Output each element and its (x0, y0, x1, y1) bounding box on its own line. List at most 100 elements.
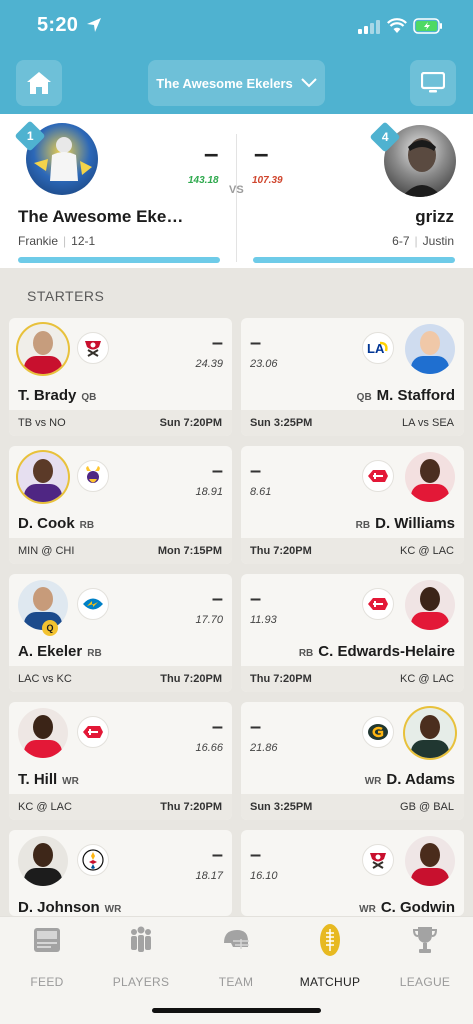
home-button[interactable] (16, 60, 62, 106)
progress-bar-right (253, 257, 455, 263)
rams-logo: LA (362, 332, 394, 364)
team-record-left: 12-1 (71, 234, 96, 248)
player-name: C. Edwards-Helaire (318, 643, 455, 660)
player-avatar[interactable] (18, 836, 68, 886)
team-score-right: – (254, 138, 269, 168)
buccaneers-logo (77, 332, 109, 364)
tab-matchup[interactable]: MATCHUP (283, 924, 377, 995)
player-name: T. Brady (18, 387, 77, 404)
player-avatar[interactable] (405, 580, 455, 630)
player-card[interactable]: – 11.93 RB C. Edwards-Helaire Thu 7:20PM KC @… (241, 574, 464, 692)
buccaneers-logo (362, 844, 394, 876)
player-card[interactable]: LA – 23.06 QB M. Stafford Sun 3:25PM LA vs SEA (241, 318, 464, 436)
player-avatar[interactable] (405, 836, 455, 886)
tab-label: TEAM (218, 975, 254, 989)
player-avatar[interactable] (18, 708, 68, 758)
progress-bar-left (18, 257, 220, 263)
player-card[interactable]: – 8.61 RB D. Williams Thu 7:20PM KC @ LAC (241, 446, 464, 564)
game-matchup: KC @ LAC (400, 545, 454, 557)
player-score: – (211, 332, 223, 354)
player-card[interactable]: – 24.39 T. Brady QB TB vs NO Sun 7:20PM (9, 318, 232, 436)
player-position: RB (79, 520, 95, 531)
game-info-bar: TB vs NO Sun 7:20PM (9, 410, 232, 436)
game-info-bar: MIN @ CHI Mon 7:15PM (9, 538, 232, 564)
game-time: Sun 7:20PM (159, 417, 222, 429)
monitor-icon (421, 72, 445, 93)
player-avatar[interactable] (405, 324, 455, 374)
player-avatar[interactable] (18, 324, 68, 374)
player-name-line[interactable]: T. Brady QB (18, 387, 96, 404)
player-name-line[interactable]: D. Johnson WR (18, 899, 121, 916)
player-avatar[interactable] (405, 708, 455, 758)
game-info-bar: LAC vs KC Thu 7:20PM (9, 666, 232, 692)
game-matchup: KC @ LAC (400, 673, 454, 685)
tv-mode-button[interactable] (410, 60, 456, 106)
player-card[interactable]: – 18.17 D. Johnson WR (9, 830, 232, 916)
player-name: A. Ekeler (18, 643, 83, 660)
starters-heading: STARTERS (27, 288, 105, 304)
player-position: RB (298, 648, 314, 659)
home-indicator (152, 1008, 321, 1013)
player-position: RB (355, 520, 371, 531)
player-projected-points: 21.86 (250, 742, 278, 754)
chargers-logo (77, 588, 109, 620)
battery-icon (413, 18, 442, 34)
team-name-right[interactable]: grizz (415, 207, 454, 227)
vs-label: VS (229, 184, 244, 196)
team-name-left[interactable]: The Awesome Eke… (18, 207, 183, 227)
game-time: Mon 7:15PM (157, 545, 222, 557)
player-name-line[interactable]: D. Cook RB (18, 515, 94, 532)
player-name: M. Stafford (376, 387, 455, 404)
game-time: Thu 7:20PM (160, 801, 222, 813)
player-score: – (250, 332, 262, 354)
player-projected-points: 16.10 (250, 870, 278, 882)
player-card[interactable]: – 18.91 D. Cook RB MIN @ CHI Mon 7:15PM (9, 446, 232, 564)
chiefs-logo (362, 460, 394, 492)
player-card[interactable]: Q – 17.70 A. Ekeler RB LAC vs KC Thu 7:20PM (9, 574, 232, 692)
player-score: – (250, 588, 262, 610)
player-projected-points: 17.70 (195, 614, 223, 626)
team-select-dropdown[interactable]: The Awesome Ekelers (148, 60, 325, 106)
player-name-line[interactable]: QB M. Stafford (357, 387, 455, 404)
player-projected-points: 18.17 (195, 870, 223, 882)
game-time: Thu 7:20PM (160, 673, 222, 685)
team-select-label: The Awesome Ekelers (156, 75, 293, 91)
game-info-bar: Thu 7:20PM KC @ LAC (241, 538, 464, 564)
player-name: T. Hill (18, 771, 58, 788)
team-owner-right: Justin (422, 234, 454, 248)
player-score: – (250, 716, 262, 738)
tab-players[interactable]: PLAYERS (94, 925, 188, 995)
game-matchup: GB @ BAL (400, 801, 454, 813)
player-position: RB (87, 648, 102, 659)
team-meta-right: 6-7 | Justin (392, 234, 454, 248)
game-time: Thu 7:20PM (250, 673, 312, 685)
player-name-line[interactable]: T. Hill WR (18, 771, 79, 788)
player-name-line[interactable]: A. Ekeler RB (18, 643, 102, 660)
tab-league[interactable]: LEAGUE (378, 925, 472, 995)
player-name: D. Johnson (18, 899, 100, 916)
home-icon (27, 72, 51, 94)
tab-team[interactable]: TEAM (189, 925, 283, 995)
player-avatar[interactable] (18, 452, 68, 502)
player-name-line[interactable]: WR D. Adams (365, 771, 455, 788)
player-name-line[interactable]: RB D. Williams (356, 515, 455, 532)
packers-logo (362, 716, 394, 748)
player-card[interactable]: – 16.10 WR C. Godwin (241, 830, 464, 916)
tab-label: FEED (30, 975, 64, 989)
player-name-line[interactable]: WR C. Godwin (359, 899, 455, 916)
team-projected-right: 107.39 (252, 175, 283, 186)
game-matchup: LA vs SEA (402, 417, 454, 429)
player-card[interactable]: – 16.66 T. Hill WR KC @ LAC Thu 7:20PM (9, 702, 232, 820)
player-card[interactable]: – 21.86 WR D. Adams Sun 3:25PM GB @ BAL (241, 702, 464, 820)
team-score-left: – (204, 138, 219, 168)
player-score: – (211, 460, 223, 482)
player-projected-points: 11.93 (250, 614, 277, 626)
tab-feed[interactable]: FEED (0, 925, 94, 995)
game-info-bar: Thu 7:20PM KC @ LAC (241, 666, 464, 692)
player-name-line[interactable]: RB C. Edwards-Helaire (299, 643, 455, 660)
player-avatar[interactable] (405, 452, 455, 502)
player-position: WR (359, 904, 376, 915)
player-name: D. Cook (18, 515, 75, 532)
player-name: D. Williams (375, 515, 455, 532)
player-projected-points: 8.61 (250, 486, 272, 498)
